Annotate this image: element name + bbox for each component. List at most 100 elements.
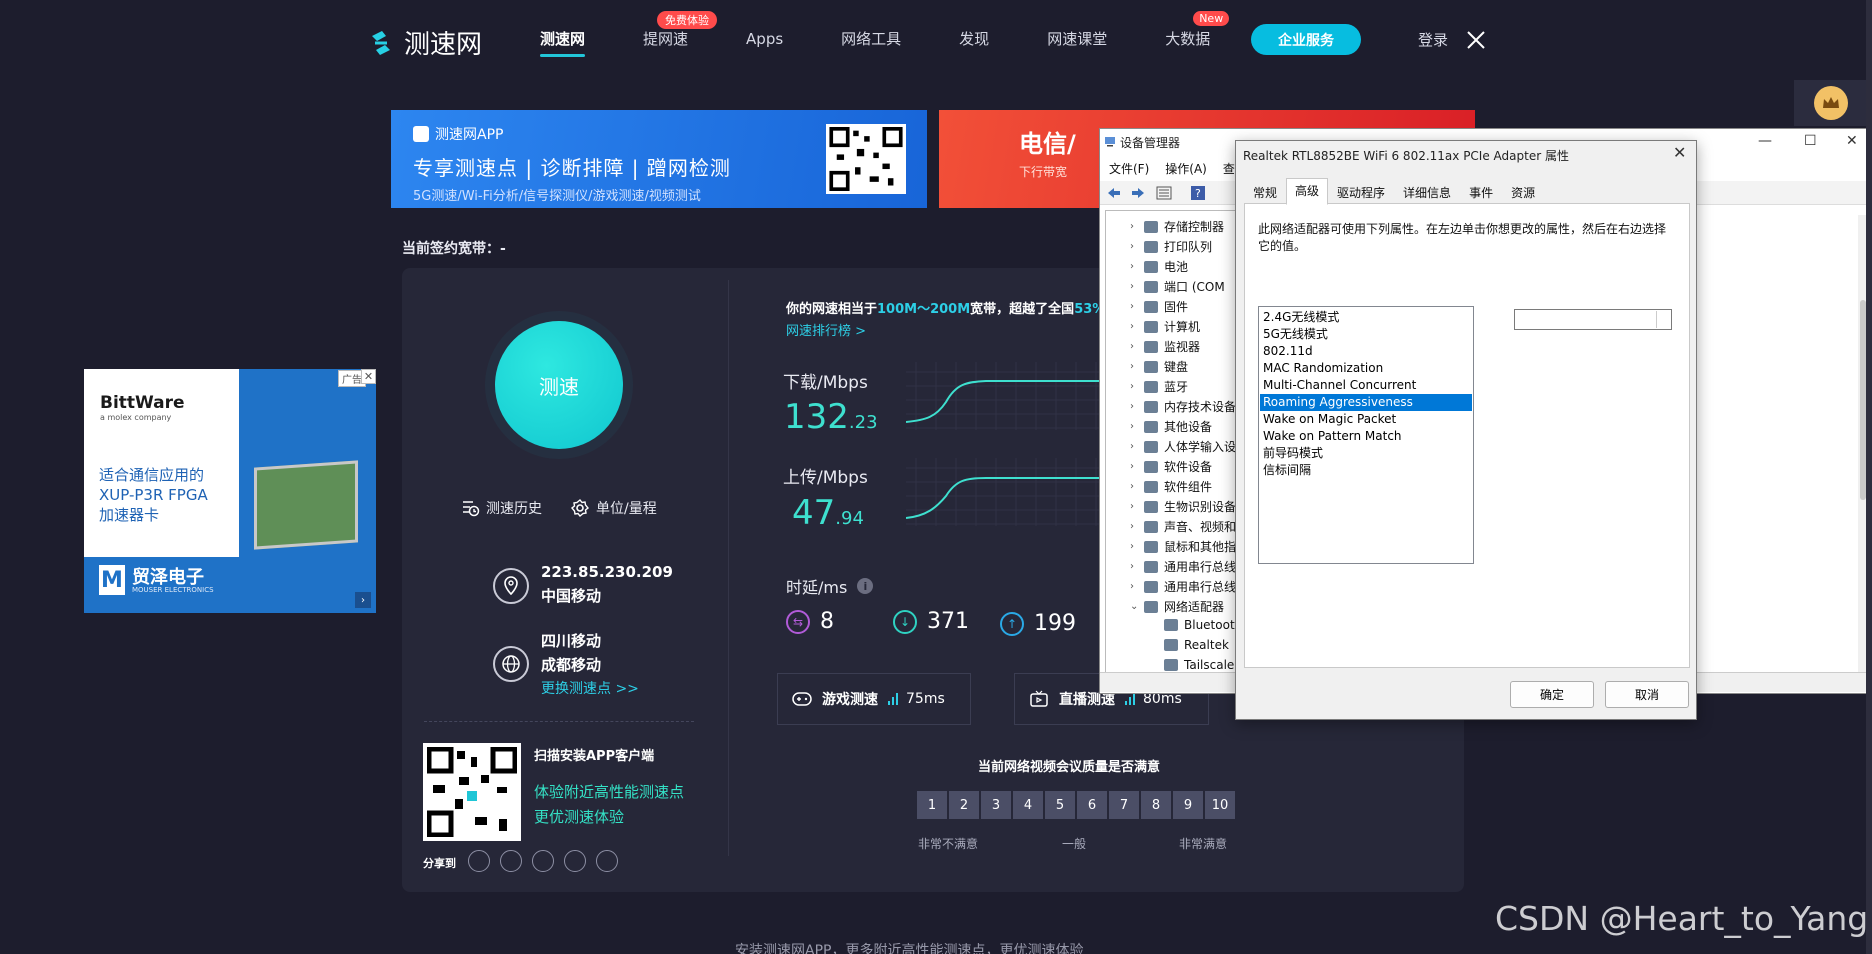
rating-5[interactable]: 5 [1045, 791, 1075, 819]
minimize-icon[interactable]: — [1758, 133, 1772, 149]
chevron-right-icon[interactable]: › [1130, 221, 1138, 232]
device-tree-item[interactable]: › 键盘 [1130, 358, 1188, 375]
chevron-right-icon[interactable]: › [1130, 421, 1138, 432]
rating-3[interactable]: 3 [981, 791, 1011, 819]
wechat-icon[interactable] [468, 850, 490, 872]
device-tree-item[interactable]: › 存储控制器 [1130, 218, 1224, 235]
chevron-right-icon[interactable]: › [1130, 481, 1138, 492]
property-item[interactable]: Multi-Channel Concurrent [1260, 377, 1472, 394]
unit-range-link[interactable]: 单位/量程 [570, 498, 657, 518]
property-item[interactable]: 5G无线模式 [1260, 326, 1472, 343]
device-tree-item[interactable]: › 固件 [1130, 298, 1188, 315]
device-tree-item[interactable]: › 内存技术设备 [1130, 398, 1236, 415]
device-tree-item[interactable]: › 端口 (COM [1130, 278, 1225, 295]
device-tree-item[interactable]: › 生物识别设备 [1130, 498, 1236, 515]
chevron-right-icon[interactable]: › [1130, 241, 1138, 252]
help-toolbar-icon[interactable]: ? [1190, 185, 1206, 201]
tab-advanced[interactable]: 高级 [1286, 178, 1329, 205]
property-list[interactable]: 2.4G无线模式 5G无线模式 802.11d MAC Randomization Mu… [1258, 306, 1474, 564]
chevron-right-icon[interactable]: › [1130, 301, 1138, 312]
chevron-right-icon[interactable]: › [1130, 341, 1138, 352]
property-item[interactable]: 802.11d [1260, 343, 1472, 360]
site-logo[interactable]: 测速网 [366, 24, 482, 61]
chevron-right-icon[interactable]: › [1130, 321, 1138, 332]
menu-action[interactable]: 操作(A) [1165, 160, 1207, 177]
speed-rank-link[interactable]: 网速排行榜 > [786, 320, 866, 339]
device-tree-item[interactable]: › 声音、视频和 [1130, 518, 1236, 535]
device-tree-item[interactable]: › 电池 [1130, 258, 1188, 275]
dialog-close-icon[interactable]: ✕ [1673, 143, 1686, 162]
crown-icon[interactable] [1814, 86, 1848, 120]
cancel-button[interactable]: 取消 [1605, 681, 1689, 708]
device-tree-child[interactable]: Bluetoot [1150, 618, 1235, 632]
link-icon[interactable] [596, 850, 618, 872]
device-tree-item[interactable]: › 软件组件 [1130, 478, 1212, 495]
ok-button[interactable]: 确定 [1510, 681, 1594, 708]
property-item[interactable]: Roaming Aggressiveness [1260, 394, 1472, 411]
chevron-right-icon[interactable]: › [1130, 561, 1138, 572]
chevron-down-icon[interactable]: ▼ [1656, 311, 1670, 328]
close-icon[interactable] [1464, 28, 1488, 52]
device-tree-item[interactable]: › 监视器 [1130, 338, 1200, 355]
test-history-link[interactable]: 测速历史 [460, 498, 542, 518]
rating-6[interactable]: 6 [1077, 791, 1107, 819]
chevron-right-icon[interactable]: › [1130, 461, 1138, 472]
device-tree-item[interactable]: › 软件设备 [1130, 458, 1212, 475]
nav-item-tools[interactable]: 网络工具 [841, 28, 901, 49]
property-item[interactable]: 2.4G无线模式 [1260, 309, 1472, 326]
tab-driver[interactable]: 驱动程序 [1328, 180, 1394, 205]
page-scrollbar[interactable] [1866, 0, 1872, 954]
chevron-right-icon[interactable]: › [1130, 541, 1138, 552]
info-icon[interactable]: i [857, 578, 874, 594]
change-node-link[interactable]: 更换测速点 >> [541, 677, 639, 701]
device-tree-item[interactable]: › 打印队列 [1130, 238, 1212, 255]
device-tree-child[interactable]: Realtek [1150, 638, 1229, 652]
property-item[interactable]: MAC Randomization [1260, 360, 1472, 377]
device-tree-item[interactable]: › 其他设备 [1130, 418, 1212, 435]
device-tree-item[interactable]: › 通用串行总线 [1130, 578, 1236, 595]
tab-resources[interactable]: 资源 [1502, 180, 1544, 205]
device-tree-item[interactable]: › 计算机 [1130, 318, 1200, 335]
device-tree-child[interactable]: Tailscale [1150, 658, 1234, 672]
maximize-icon[interactable]: ☐ [1804, 133, 1817, 149]
nav-item-discover[interactable]: 发现 [959, 28, 989, 49]
properties-toolbar-icon[interactable] [1156, 185, 1172, 201]
qzone-icon[interactable] [564, 850, 586, 872]
property-item[interactable]: 前导码模式 [1260, 445, 1472, 462]
chevron-right-icon[interactable]: › [1130, 581, 1138, 592]
rating-8[interactable]: 8 [1141, 791, 1171, 819]
chevron-down-icon[interactable]: ⌄ [1130, 601, 1138, 612]
weibo-icon[interactable] [500, 850, 522, 872]
rating-7[interactable]: 7 [1109, 791, 1139, 819]
window-close-icon[interactable]: ✕ [1846, 133, 1858, 149]
qq-icon[interactable] [532, 850, 554, 872]
menu-file[interactable]: 文件(F) [1109, 160, 1149, 177]
rating-2[interactable]: 2 [949, 791, 979, 819]
device-tree-item[interactable]: › 通用串行总线 [1130, 558, 1236, 575]
chevron-right-icon[interactable]: › [1130, 281, 1138, 292]
tab-general[interactable]: 常规 [1244, 180, 1286, 205]
chevron-right-icon[interactable]: › [1130, 501, 1138, 512]
property-item[interactable]: Wake on Pattern Match [1260, 428, 1472, 445]
device-tree-item[interactable]: › 鼠标和其他指 [1130, 538, 1236, 555]
start-test-button[interactable]: 测速 [495, 321, 623, 449]
chevron-right-icon[interactable]: › [1130, 381, 1138, 392]
game-test-button[interactable]: 游戏测速 75ms [777, 673, 971, 725]
nav-item-boost[interactable]: 提网速 免费体验 [643, 11, 718, 49]
enterprise-button[interactable]: 企业服务 [1251, 24, 1361, 55]
device-tree-item[interactable]: ⌄ 网络适配器 [1130, 598, 1224, 615]
nav-item-classroom[interactable]: 网速课堂 [1047, 28, 1107, 49]
ad-arrow-icon[interactable]: › [355, 592, 371, 608]
chevron-right-icon[interactable]: › [1130, 521, 1138, 532]
rating-9[interactable]: 9 [1173, 791, 1203, 819]
tab-events[interactable]: 事件 [1460, 180, 1502, 205]
tab-details[interactable]: 详细信息 [1394, 180, 1460, 205]
chevron-right-icon[interactable]: › [1130, 361, 1138, 372]
rating-10[interactable]: 10 [1205, 791, 1235, 819]
chevron-right-icon[interactable]: › [1130, 261, 1138, 272]
chevron-right-icon[interactable]: › [1130, 441, 1138, 452]
property-item[interactable]: 信标间隔 [1260, 462, 1472, 479]
rating-1[interactable]: 1 [917, 791, 947, 819]
rating-4[interactable]: 4 [1013, 791, 1043, 819]
property-item[interactable]: Wake on Magic Packet [1260, 411, 1472, 428]
